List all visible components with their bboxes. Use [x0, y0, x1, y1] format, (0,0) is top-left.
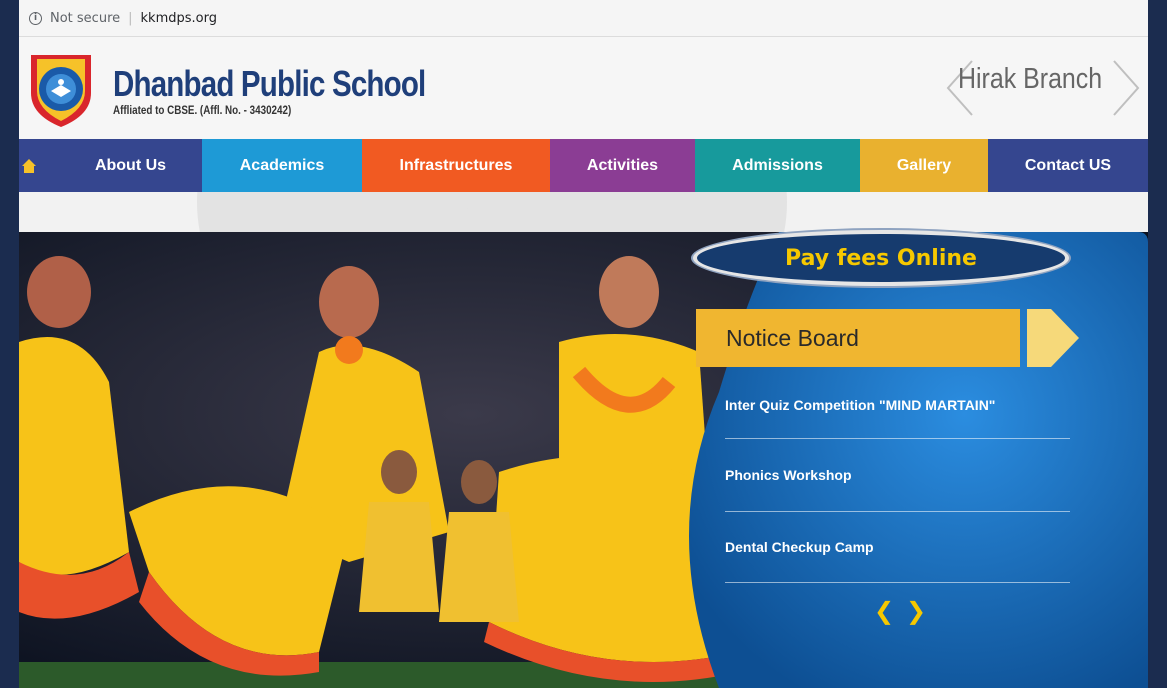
- screen-frame-left: [0, 0, 19, 688]
- notice-item[interactable]: Dental Checkup Camp: [725, 539, 874, 555]
- browser-address-bar[interactable]: i Not secure | kkmdps.org: [19, 0, 1148, 37]
- security-label: Not secure: [50, 10, 121, 26]
- decor-circle: [467, 192, 787, 232]
- site-header: Dhanbad Public School Affliated to CBSE.…: [19, 37, 1148, 139]
- notice-item[interactable]: Phonics Workshop: [725, 467, 852, 483]
- nav-label: Admissions: [732, 156, 823, 174]
- nav-about-us[interactable]: About Us: [59, 139, 202, 202]
- hero-slider: [19, 232, 1148, 688]
- nav-label: Activities: [586, 156, 659, 174]
- main-nav: About Us Academics Infrastructures Activ…: [19, 139, 1148, 202]
- pay-fees-online-button[interactable]: Pay fees Online: [693, 230, 1069, 286]
- url-separator: |: [128, 10, 133, 26]
- notice-divider: [725, 438, 1070, 439]
- url-text[interactable]: kkmdps.org: [141, 11, 217, 26]
- affiliation-text: Affliated to CBSE. (Affl. No. - 3430242): [113, 103, 292, 117]
- next-notice-button[interactable]: ❯: [906, 597, 926, 625]
- nav-activities[interactable]: Activities: [550, 139, 695, 202]
- nav-contact-us[interactable]: Contact US: [988, 139, 1148, 202]
- home-nav-button[interactable]: [19, 139, 59, 192]
- dance-photo: [19, 232, 1148, 688]
- school-name[interactable]: Dhanbad Public School: [113, 63, 426, 105]
- nav-infrastructures[interactable]: Infrastructures: [362, 139, 550, 202]
- notice-divider: [725, 511, 1070, 512]
- nav-academics[interactable]: Academics: [202, 139, 362, 202]
- info-icon[interactable]: i: [29, 11, 42, 25]
- notice-item[interactable]: Inter Quiz Competition "MIND MARTAIN": [725, 397, 995, 413]
- nav-label: Academics: [239, 156, 325, 174]
- nav-label: Gallery: [896, 156, 952, 174]
- nav-label: Infrastructures: [399, 156, 513, 174]
- branch-label: Hirak Branch: [958, 63, 1103, 95]
- screen-frame-right: [1148, 0, 1167, 688]
- school-logo[interactable]: [23, 49, 99, 129]
- nav-label: Contact US: [1024, 156, 1112, 174]
- nav-admissions[interactable]: Admissions: [695, 139, 860, 202]
- nav-gallery[interactable]: Gallery: [860, 139, 988, 202]
- home-icon: [22, 158, 36, 173]
- prev-notice-button[interactable]: ❮: [874, 597, 894, 625]
- notice-arrow-icon: [1027, 309, 1079, 367]
- notice-board-title: Notice Board: [696, 309, 1020, 367]
- nav-label: About Us: [94, 156, 167, 174]
- decorative-subbar: [19, 192, 1148, 232]
- notice-divider: [725, 582, 1070, 583]
